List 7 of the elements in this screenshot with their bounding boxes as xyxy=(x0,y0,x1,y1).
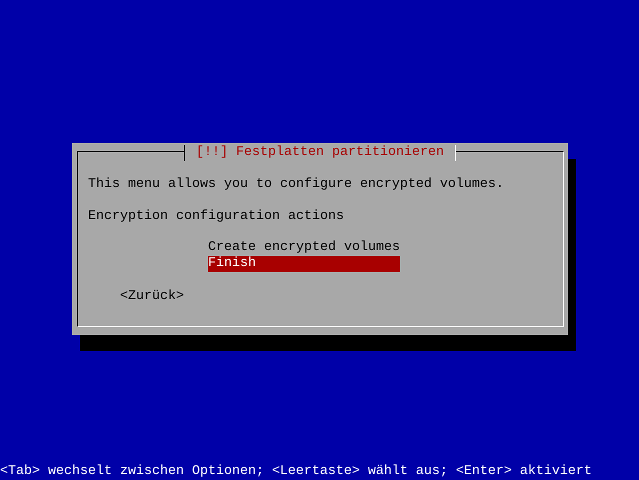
dialog-title: [!!] Festplatten partitionieren xyxy=(184,145,456,161)
help-line: <Tab> wechselt zwischen Optionen; <Leertaste> wählt aus; <Enter> aktiviert xyxy=(0,464,593,480)
prompt-text: Encryption configuration actions xyxy=(88,209,344,225)
description-text: This menu allows you to configure encrypted volumes. xyxy=(88,177,504,193)
menu-item[interactable]: Create encrypted volumes xyxy=(208,240,400,256)
menu-item[interactable]: Finish xyxy=(208,256,400,272)
back-button[interactable]: <Zurück> xyxy=(120,289,184,305)
